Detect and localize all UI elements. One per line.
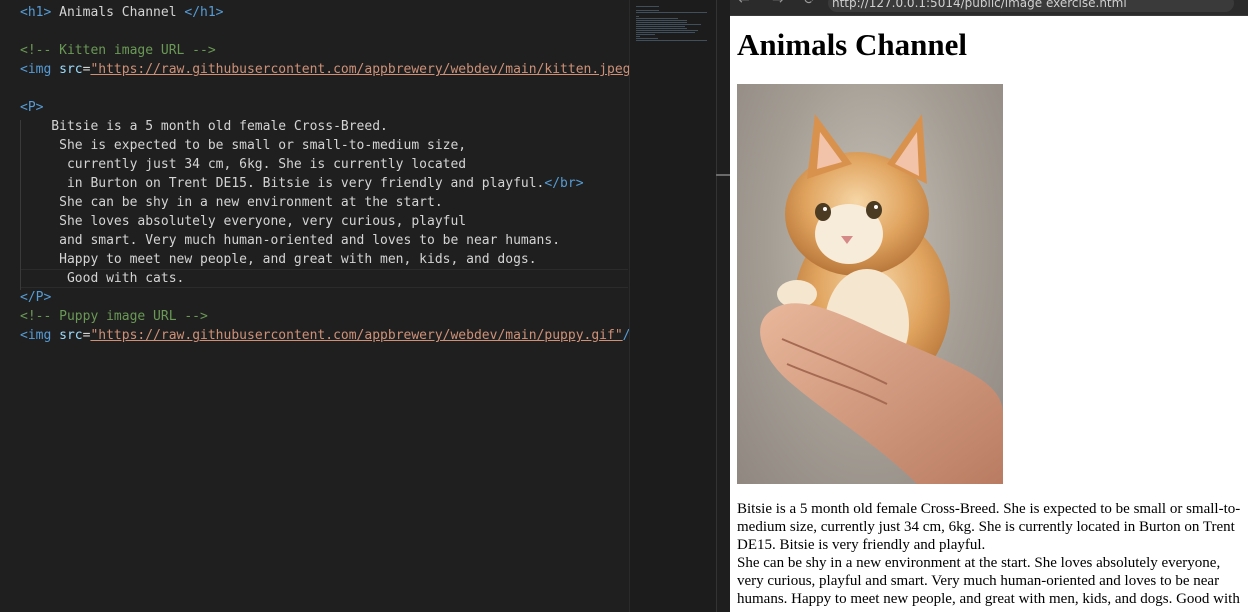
code-token: Happy to meet new people, and great with… (20, 252, 537, 267)
code-token: in Burton on Trent DE15. Bitsie is very … (20, 176, 545, 191)
minimap-line (636, 16, 639, 17)
code-token: src (59, 62, 83, 77)
code-line[interactable]: She loves absolutely everyone, very curi… (20, 212, 466, 231)
minimap-line (636, 10, 659, 11)
kitten-image (737, 84, 1003, 484)
scrollbar-thumb[interactable] (716, 174, 730, 176)
code-token: Good with cats. (20, 271, 185, 286)
code-token: <!-- Puppy image URL --> (20, 309, 208, 324)
description-text-2: She can be shy in a new environment at t… (737, 555, 1240, 612)
code-line[interactable]: <!-- Kitten image URL --> (20, 41, 216, 60)
code-line[interactable]: Bitsie is a 5 month old female Cross-Bre… (20, 117, 388, 136)
code-line[interactable]: She can be shy in a new environment at t… (20, 193, 443, 212)
code-line[interactable]: Happy to meet new people, and great with… (20, 250, 537, 269)
minimap-line (636, 36, 640, 37)
back-arrow-icon[interactable]: ← (738, 0, 750, 8)
minimap-line (636, 34, 655, 35)
code-line[interactable]: in Burton on Trent DE15. Bitsie is very … (20, 174, 584, 193)
code-line[interactable]: and smart. Very much human-oriented and … (20, 231, 560, 250)
page-title: Animals Channel (737, 27, 967, 62)
forward-arrow-icon[interactable]: → (772, 0, 784, 8)
code-token: currently just 34 cm, 6kg. She is curren… (20, 157, 467, 172)
minimap-line (636, 18, 679, 19)
code-token: <img (20, 62, 60, 77)
code-token: and smart. Very much human-oriented and … (20, 233, 561, 248)
code-token: She is expected to be small or small-to-… (20, 138, 467, 153)
code-token: "https://raw.githubusercontent.com/appbr… (90, 328, 623, 343)
minimap[interactable] (629, 0, 717, 612)
editor-scrollbar[interactable] (716, 0, 731, 612)
minimap-line (636, 32, 696, 33)
code-line[interactable]: <!-- Puppy image URL --> (20, 307, 208, 326)
minimap-line (636, 12, 708, 13)
minimap-line (636, 24, 701, 25)
minimap-line (636, 6, 660, 7)
reload-icon[interactable]: ⟳ (804, 0, 816, 8)
code-token: src (59, 328, 83, 343)
minimap-line (636, 26, 685, 27)
minimap-line (636, 30, 699, 31)
code-line[interactable]: Good with cats. (20, 269, 184, 288)
minimap-line (636, 38, 658, 39)
code-area[interactable]: <h1> Animals Channel </h1> <!-- Kitten im… (20, 3, 638, 612)
code-token: <!-- Kitten image URL --> (20, 43, 216, 58)
minimap-line (636, 20, 688, 21)
code-token: She can be shy in a new environment at t… (20, 195, 443, 210)
code-line[interactable]: <img src="https://raw.githubusercontent.… (20, 326, 638, 345)
address-bar[interactable]: http://127.0.0.1:5014/public/image exerc… (828, 0, 1234, 12)
code-token: </br> (544, 176, 584, 191)
browser-preview: ← → ⟳ http://127.0.0.1:5014/public/image… (730, 0, 1248, 612)
code-token: Bitsie is a 5 month old female Cross-Bre… (20, 119, 388, 134)
code-line[interactable]: </P> (20, 288, 51, 307)
minimap-line (636, 22, 688, 23)
code-editor[interactable]: <h1> Animals Channel </h1> <!-- Kitten im… (0, 0, 717, 612)
code-line[interactable]: <img src="https://raw.githubusercontent.… (20, 60, 638, 79)
code-token: <img (20, 328, 60, 343)
code-line[interactable]: <P> (20, 98, 43, 117)
code-token: <h1> (20, 5, 52, 20)
code-token: <P> (20, 100, 44, 115)
minimap-line (636, 40, 708, 41)
browser-toolbar: ← → ⟳ http://127.0.0.1:5014/public/image… (730, 0, 1248, 16)
minimap-line (636, 28, 688, 29)
code-line[interactable]: She is expected to be small or small-to-… (20, 136, 466, 155)
code-line[interactable]: currently just 34 cm, 6kg. She is curren… (20, 155, 466, 174)
code-token: </P> (20, 290, 52, 305)
kitten-description: Bitsie is a 5 month old female Cross-Bre… (737, 500, 1243, 612)
code-token: Animals Channel (51, 5, 185, 20)
code-token: </h1> (184, 5, 224, 20)
code-line[interactable]: <h1> Animals Channel </h1> (20, 3, 224, 22)
description-text-1: Bitsie is a 5 month old female Cross-Bre… (737, 501, 1241, 553)
code-token: She loves absolutely everyone, very curi… (20, 214, 467, 229)
code-token: "https://raw.githubusercontent.com/appbr… (90, 62, 639, 77)
